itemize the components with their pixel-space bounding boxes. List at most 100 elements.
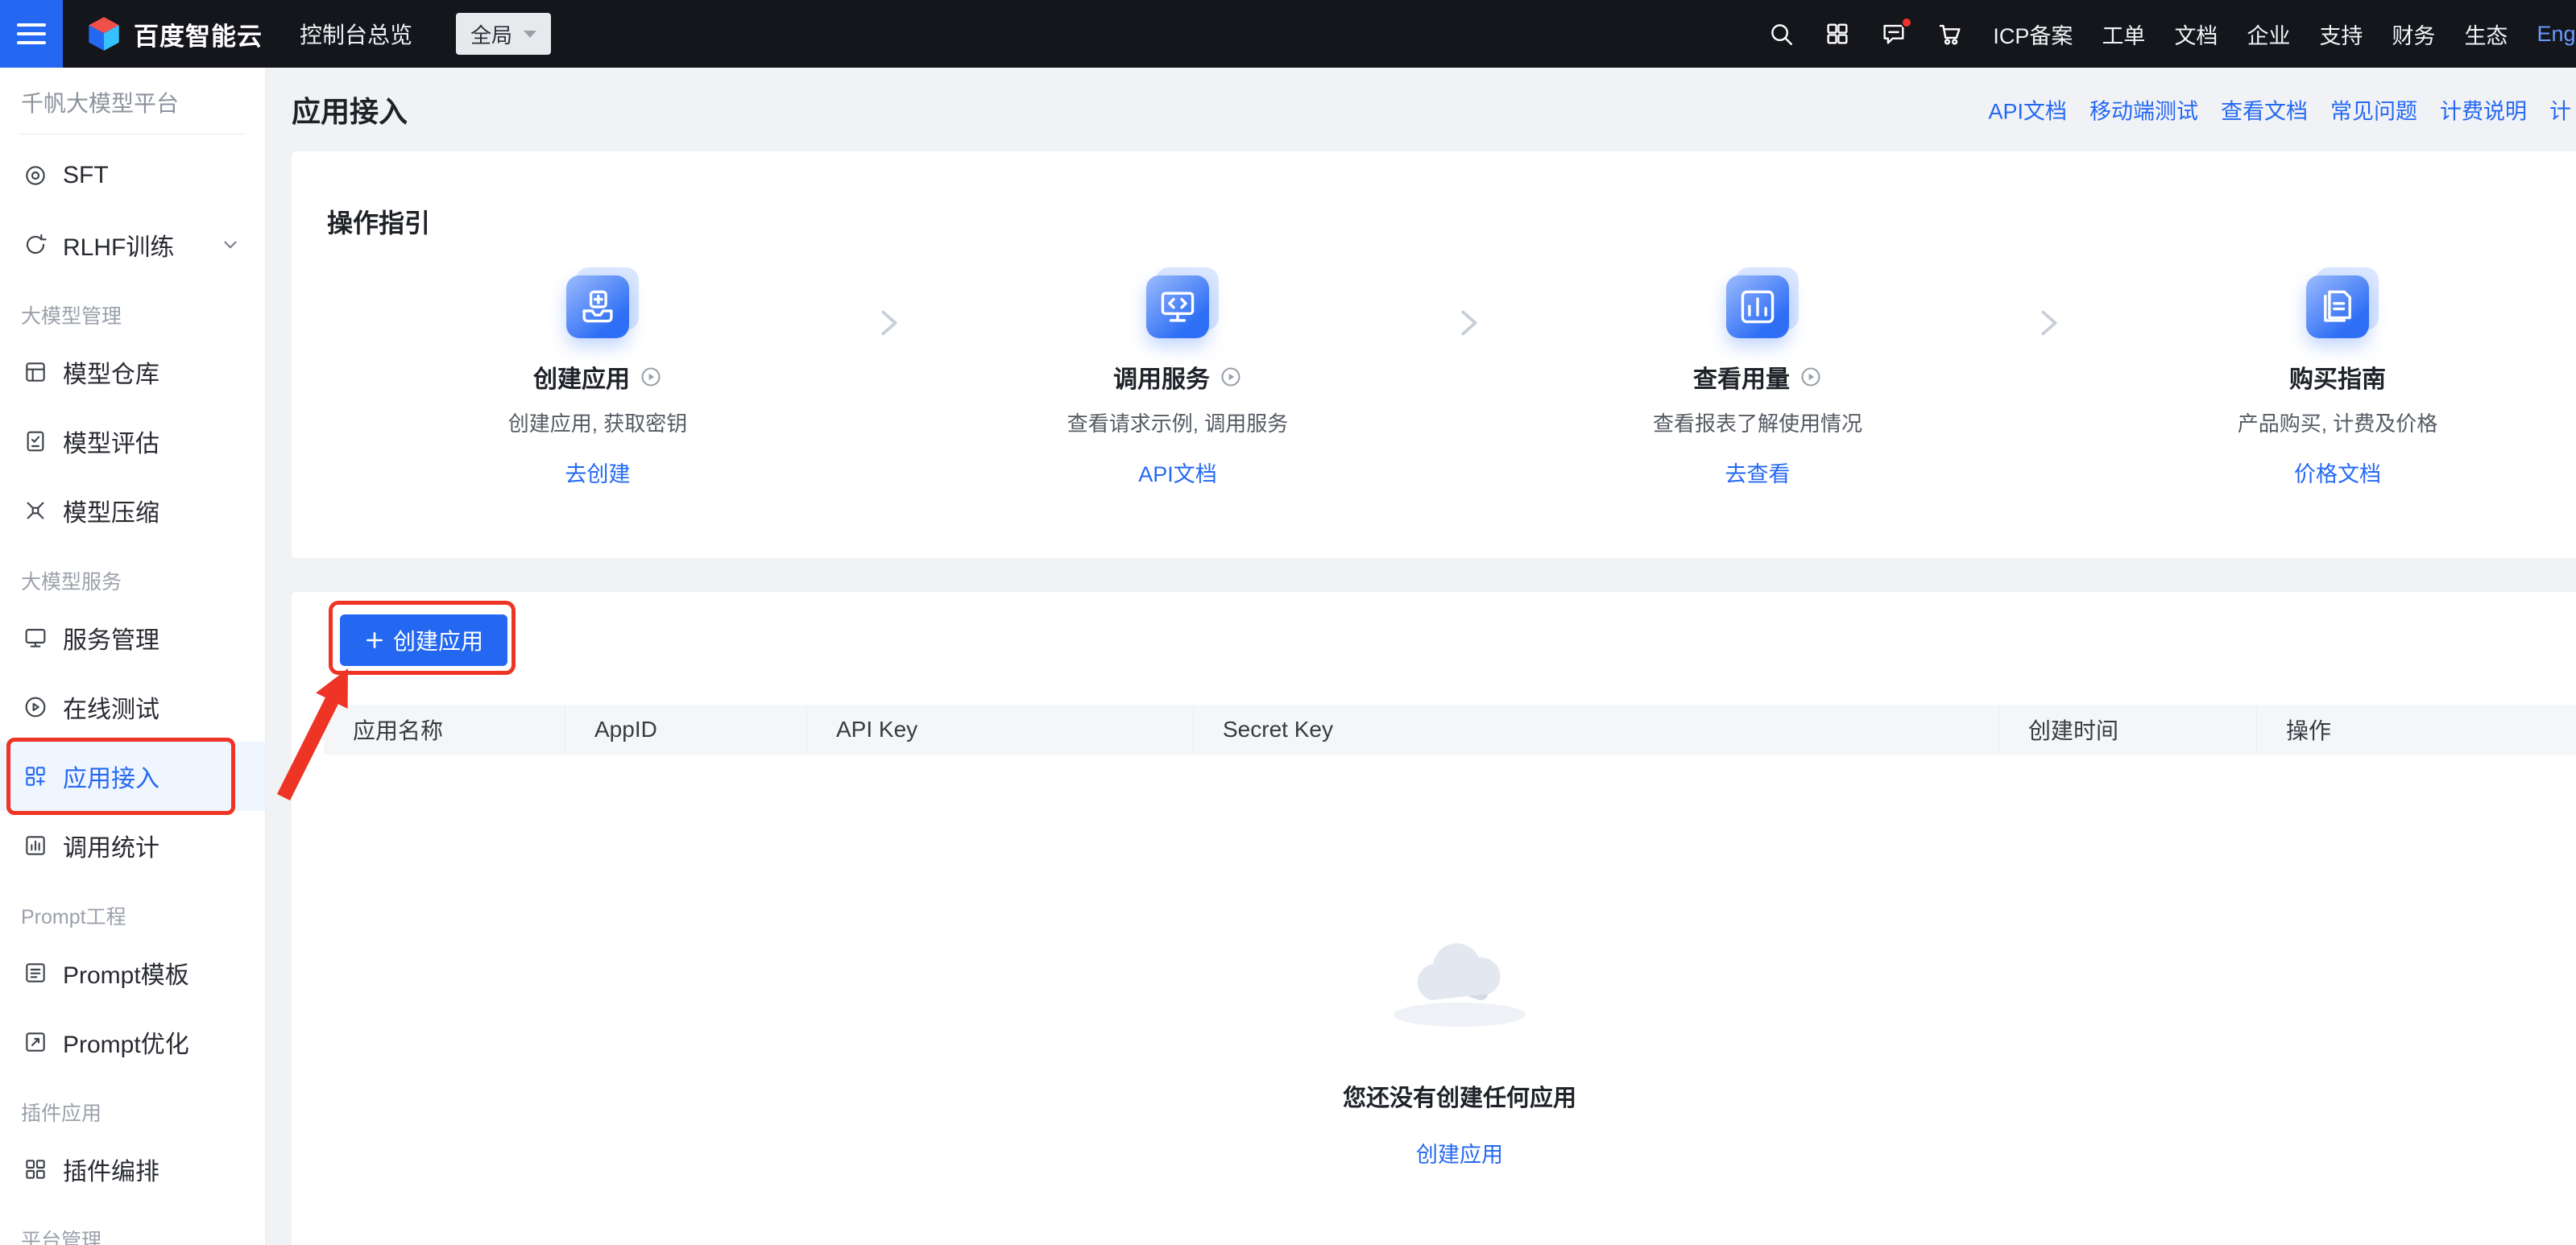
sidebar-item-label: 模型仓库: [63, 354, 159, 390]
header-link-billing-truncated[interactable]: 计: [2549, 94, 2571, 126]
step-title: 查看用量: [1693, 359, 1790, 395]
step-title: 调用服务: [1113, 359, 1210, 395]
play-icon[interactable]: [1799, 366, 1822, 388]
header-link-mobile-test[interactable]: 移动端测试: [2089, 94, 2198, 126]
guide-title: 操作指引: [292, 151, 2576, 240]
sidebar-item-prompt-template[interactable]: Prompt模板: [0, 938, 265, 1007]
step-description: 查看报表了解使用情况: [1653, 407, 1862, 437]
guide-steps: 创建应用创建应用, 获取密钥去创建 调用服务查看请求示例, 调用服务 API文档 查看…: [292, 275, 2576, 488]
column-header-api-key: API Key: [807, 705, 1194, 755]
messages-icon[interactable]: [1880, 20, 1907, 48]
guide-step-call-service: 调用服务查看请求示例, 调用服务 API文档: [936, 275, 1419, 488]
sidebar-item-label: SFT: [63, 162, 109, 189]
column-header-app-name: 应用名称: [324, 705, 565, 755]
sidebar-item-online-test[interactable]: 在线测试: [0, 672, 265, 742]
sidebar-item-app-access[interactable]: 应用接入: [0, 742, 265, 811]
sidebar-item-label: Prompt模板: [63, 955, 189, 991]
sidebar-item-prompt-optimize[interactable]: Prompt优化: [0, 1007, 265, 1077]
sidebar-section-label: Prompt工程: [0, 893, 265, 938]
chevron-right-icon: [839, 304, 936, 488]
header-link-api-docs[interactable]: API文档: [1988, 94, 2067, 126]
service-mgmt-icon: [23, 625, 48, 651]
step-link-create-app[interactable]: 去创建: [565, 457, 631, 488]
prompt-optimize-icon: [23, 1029, 48, 1055]
chevron-right-icon: [1419, 304, 1516, 488]
sidebar-item-model-eval[interactable]: 模型评估: [0, 407, 265, 476]
step-description: 查看请求示例, 调用服务: [1067, 407, 1288, 437]
sidebar-item-model-compress[interactable]: 模型压缩: [0, 476, 265, 545]
region-selector-value: 全局: [470, 19, 512, 49]
search-icon[interactable]: [1767, 20, 1795, 48]
column-header-secret-key: Secret Key: [1194, 705, 1999, 755]
sidebar-item-label: 在线测试: [63, 689, 159, 725]
topbar-link-support[interactable]: 支持: [2319, 19, 2363, 50]
chevron-down-icon: [220, 234, 241, 255]
page-header-links: API文档移动端测试查看文档常见问题计费说明计: [1988, 94, 2571, 126]
create-app-button-label: 创建应用: [393, 624, 483, 656]
column-header-created-at: 创建时间: [1999, 705, 2257, 755]
baidu-cloud-logo-icon: [85, 15, 122, 52]
play-icon[interactable]: [640, 366, 662, 388]
step-title: 创建应用: [533, 359, 630, 395]
console-overview-link[interactable]: 控制台总览: [300, 18, 412, 50]
header-link-faq[interactable]: 常见问题: [2330, 94, 2417, 126]
create-app-button[interactable]: 创建应用: [340, 614, 507, 666]
create-app-step-icon: [566, 275, 629, 338]
sidebar-item-label: 模型压缩: [63, 493, 159, 528]
guide-step-create-app: 创建应用创建应用, 获取密钥去创建: [356, 275, 839, 488]
sidebar-item-rlhf-training[interactable]: RLHF训练: [0, 210, 265, 279]
topbar-link-enterprise[interactable]: 企业: [2247, 19, 2290, 50]
cart-icon[interactable]: [1936, 20, 1964, 48]
sidebar-item-label: 插件编排: [63, 1152, 159, 1187]
sidebar-item-call-stats[interactable]: 调用统计: [0, 811, 265, 880]
brand[interactable]: 百度智能云: [85, 15, 263, 52]
model-repo-icon: [23, 359, 48, 385]
buy-guide-step-icon: [2306, 275, 2369, 338]
call-service-step-icon: [1146, 275, 1209, 338]
topbar-link-tickets[interactable]: 工单: [2102, 19, 2145, 50]
step-title: 购买指南: [2289, 359, 2386, 395]
step-link-call-service[interactable]: API文档: [1138, 457, 1217, 488]
sidebar-section-label: 大模型管理: [0, 292, 265, 337]
sidebar-item-label: RLHF训练: [63, 227, 174, 263]
create-app-link[interactable]: 创建应用: [1416, 1137, 1503, 1168]
platform-title: 千帆大模型平台: [0, 68, 265, 118]
app-list-card: 创建应用 应用名称AppIDAPI KeySecret Key创建时间操作 您还…: [292, 592, 2576, 1245]
header-link-billing-desc[interactable]: 计费说明: [2440, 94, 2527, 126]
step-link-view-usage[interactable]: 去查看: [1725, 457, 1791, 488]
step-description: 创建应用, 获取密钥: [508, 407, 687, 437]
plugin-orchestrate-icon: [23, 1156, 48, 1182]
view-usage-step-icon: [1726, 275, 1789, 338]
sidebar-section-label: 大模型服务: [0, 558, 265, 603]
app-access-icon: [23, 763, 48, 789]
chevron-right-icon: [1999, 304, 2096, 488]
sidebar-item-label: Prompt优化: [63, 1024, 189, 1060]
step-link-buy-guide[interactable]: 价格文档: [2294, 457, 2381, 488]
model-compress-icon: [23, 498, 48, 523]
sidebar-item-plugin-orchestrate[interactable]: 插件编排: [0, 1135, 265, 1204]
topbar-link-icp-filing[interactable]: ICP备案: [1993, 19, 2073, 50]
sidebar-item-sft[interactable]: SFT: [0, 141, 265, 210]
sidebar-item-service-mgmt[interactable]: 服务管理: [0, 603, 265, 672]
sidebar-item-model-repo[interactable]: 模型仓库: [0, 337, 265, 407]
topbar-link-docs[interactable]: 文档: [2174, 19, 2218, 50]
operation-guide-card: 操作指引 创建应用创建应用, 获取密钥去创建 调用服务查看请求示例, 调用服务 AP…: [292, 151, 2576, 558]
page-header: 应用接入 API文档移动端测试查看文档常见问题计费说明计: [266, 68, 2576, 151]
topbar-link-ecosystem[interactable]: 生态: [2464, 19, 2508, 50]
plus-icon: [364, 630, 385, 651]
main-content: 应用接入 API文档移动端测试查看文档常见问题计费说明计 操作指引 创建应用创建…: [266, 68, 2576, 1245]
sidebar-item-label: 调用统计: [63, 828, 159, 863]
sidebar: 千帆大模型平台 SFT RLHF训练大模型管理模型仓库模型评估模型压缩大模型服务服…: [0, 68, 266, 1245]
sidebar-item-label: 模型评估: [63, 424, 159, 459]
products-grid-icon[interactable]: [1824, 20, 1851, 48]
language-selector[interactable]: English: [2537, 22, 2576, 47]
screen: 百度智能云 控制台总览 全局 ICP备案工单文档企业支持财务生态English …: [0, 0, 2576, 1245]
play-icon[interactable]: [1220, 366, 1242, 388]
column-header-actions: 操作: [2257, 705, 2576, 755]
sidebar-section-label: 平台管理: [0, 1217, 265, 1245]
topbar-link-finance[interactable]: 财务: [2392, 19, 2435, 50]
step-description: 产品购买, 计费及价格: [2238, 407, 2437, 437]
region-selector[interactable]: 全局: [456, 13, 551, 55]
hamburger-menu-button[interactable]: [0, 0, 63, 68]
header-link-view-docs[interactable]: 查看文档: [2221, 94, 2308, 126]
